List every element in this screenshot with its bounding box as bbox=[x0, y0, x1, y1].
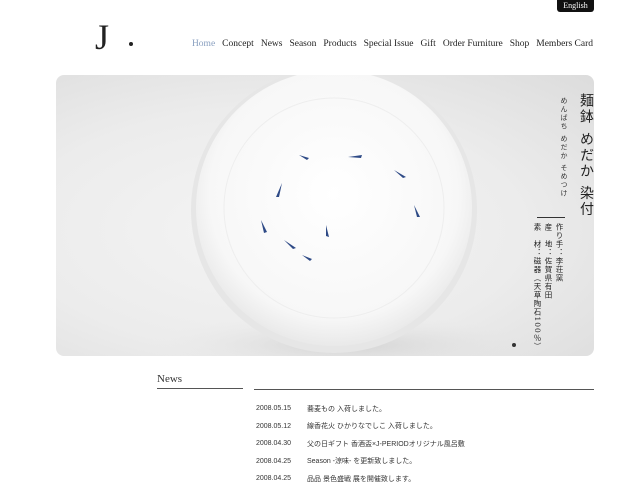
news-date: 2008.04.30 bbox=[256, 440, 292, 448]
hero-maker: 作り手：李荘窯 bbox=[555, 223, 564, 283]
logo-dot bbox=[129, 42, 133, 46]
news-item[interactable]: 2008.05.12 線香花火 ひかりなでしこ 入荷しました。 bbox=[256, 418, 596, 436]
news-divider bbox=[254, 389, 594, 390]
nav-season[interactable]: Season bbox=[289, 39, 316, 49]
news-title[interactable]: 線香花火 ひかりなでしこ 入荷しました。 bbox=[307, 421, 437, 431]
hero-title: 麺鉢 めだか 染付 bbox=[578, 93, 594, 218]
news-heading: News bbox=[157, 373, 243, 389]
main-nav: Home Concept News Season Products Specia… bbox=[185, 39, 593, 49]
hero-material: 素 材：磁器（天草陶石100％） bbox=[533, 223, 542, 351]
nav-gift[interactable]: Gift bbox=[421, 39, 436, 49]
news-title[interactable]: 蕎麦もの 入荷しました。 bbox=[307, 404, 386, 414]
news-list: 2008.05.15 蕎麦もの 入荷しました。 2008.05.12 線香花火 … bbox=[256, 400, 596, 488]
slide-indicator-dot[interactable] bbox=[512, 343, 516, 347]
nav-order-furniture[interactable]: Order Furniture bbox=[443, 39, 503, 49]
hero-origin: 産 地：佐賀県有田 bbox=[544, 223, 553, 300]
news-title[interactable]: 父の日ギフト 香酒盃×J-PERIODオリジナル風呂敷 bbox=[307, 439, 465, 449]
news-date: 2008.05.15 bbox=[256, 405, 292, 413]
english-language-button[interactable]: English bbox=[557, 0, 594, 12]
hero-kana: めんばち めだか そめつけ bbox=[560, 97, 568, 198]
news-date: 2008.04.25 bbox=[256, 457, 292, 465]
logo-letter: J bbox=[95, 17, 110, 57]
news-item[interactable]: 2008.04.25 品品 景色盛戦 展を開催致します。 bbox=[256, 470, 596, 488]
news-date: 2008.05.12 bbox=[256, 422, 292, 430]
hero-divider bbox=[537, 217, 565, 218]
nav-members-card[interactable]: Members Card bbox=[536, 39, 593, 49]
nav-products[interactable]: Products bbox=[323, 39, 356, 49]
nav-news[interactable]: News bbox=[261, 39, 283, 49]
news-item[interactable]: 2008.04.30 父の日ギフト 香酒盃×J-PERIODオリジナル風呂敷 bbox=[256, 435, 596, 453]
news-item[interactable]: 2008.04.25 Season -涼味- を更新致しました。 bbox=[256, 453, 596, 471]
news-title[interactable]: Season -涼味- を更新致しました。 bbox=[307, 456, 416, 466]
news-date: 2008.04.25 bbox=[256, 475, 292, 483]
nav-shop[interactable]: Shop bbox=[510, 39, 530, 49]
news-title[interactable]: 品品 景色盛戦 展を開催致します。 bbox=[307, 474, 415, 484]
bowl-image bbox=[146, 75, 546, 356]
nav-special-issue[interactable]: Special Issue bbox=[364, 39, 414, 49]
nav-concept[interactable]: Concept bbox=[222, 39, 254, 49]
nav-home[interactable]: Home bbox=[192, 39, 215, 49]
site-logo[interactable]: J bbox=[95, 17, 145, 60]
hero-slideshow[interactable]: 麺鉢 めだか 染付 めんばち めだか そめつけ 作り手：李荘窯 産 地：佐賀県有… bbox=[56, 75, 594, 356]
news-item[interactable]: 2008.05.15 蕎麦もの 入荷しました。 bbox=[256, 400, 596, 418]
